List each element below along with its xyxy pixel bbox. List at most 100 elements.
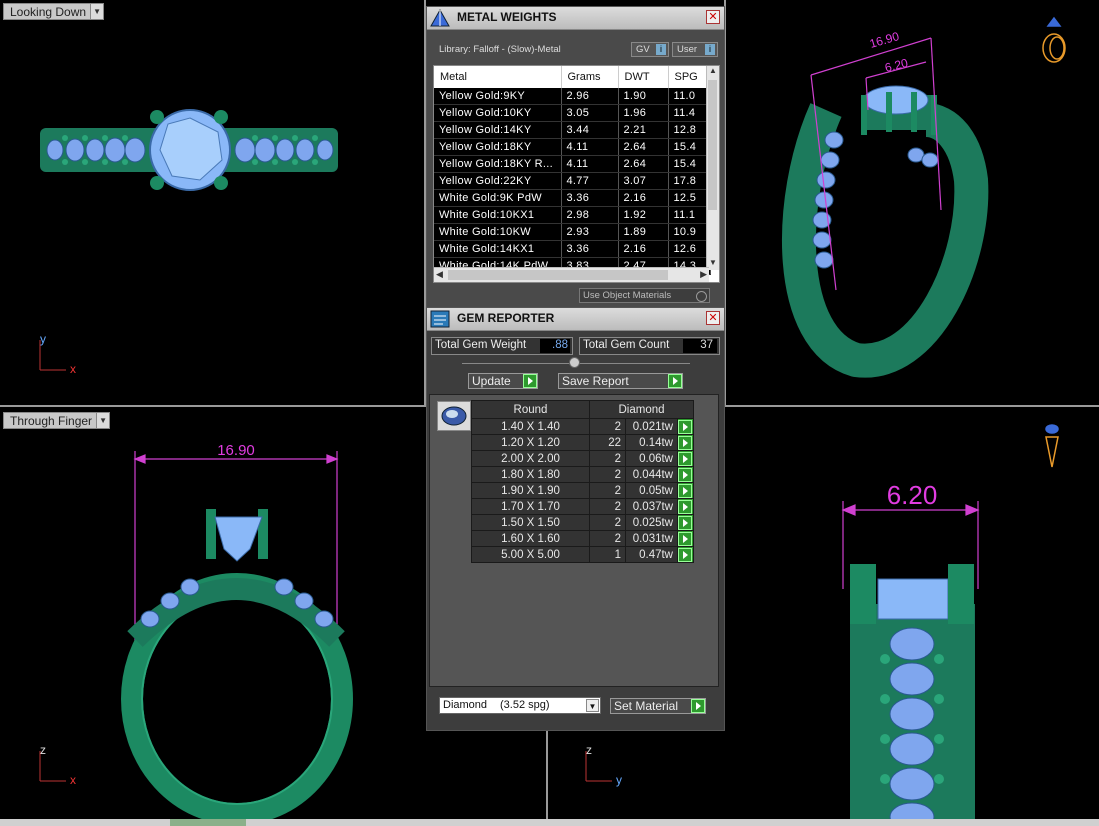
scroll-thumb[interactable]	[708, 80, 717, 210]
metal-cell: 3.07	[618, 172, 669, 190]
chevron-down-icon[interactable]: ▼	[586, 699, 599, 712]
gem-report-icon	[430, 310, 450, 328]
gem-row: 1.70 X 1.70 2 0.037tw	[471, 498, 694, 515]
gem-row-action[interactable]	[677, 498, 694, 515]
metal-cell: 12.6	[668, 240, 711, 258]
gem-size-cell: 1.70 X 1.70	[471, 498, 590, 515]
scroll-up-icon[interactable]: ▲	[707, 66, 719, 78]
scroll-left-icon[interactable]: ◀	[436, 269, 443, 280]
metal-cell: White Gold:10KX1	[434, 206, 562, 224]
round-gem-icon[interactable]	[437, 401, 471, 431]
metal-weights-titlebar[interactable]: METAL WEIGHTS ✕	[427, 7, 724, 30]
vertical-scrollbar[interactable]: ▲ ▼	[706, 66, 719, 270]
gem-row-action[interactable]	[677, 482, 694, 499]
gem-row-action[interactable]	[677, 418, 694, 435]
ring-perspective-view: 16.90 6.20	[782, 16, 1066, 378]
update-button[interactable]: Update	[468, 373, 538, 389]
gem-reporter-panel: GEM REPORTER ✕ Total Gem Weight .88 Tota…	[426, 307, 725, 731]
metal-cell: Yellow Gold:22KY	[434, 172, 562, 190]
scroll-thumb-h[interactable]	[448, 270, 668, 280]
user-toggle[interactable]: User i	[672, 42, 718, 57]
gem-row-action[interactable]	[677, 466, 694, 483]
play-icon	[678, 451, 692, 466]
dim-inner-label: 6.20	[883, 56, 909, 75]
gem-row-action[interactable]	[677, 530, 694, 547]
status-tab[interactable]	[170, 819, 246, 826]
metal-cell: 4.77	[561, 172, 619, 190]
axis-indicator: z y	[582, 743, 626, 787]
gem-row-action[interactable]	[677, 514, 694, 531]
play-icon	[678, 467, 692, 482]
gem-size-cell: 1.60 X 1.60	[471, 530, 590, 547]
gem-list-area: Round Diamond 1.40 X 1.40 2 0.021tw 1.20 X …	[429, 394, 719, 687]
metal-cell: White Gold:10KW	[434, 223, 562, 241]
horizontal-scrollbar[interactable]: ◀ ▶	[434, 267, 709, 282]
metal-row[interactable]: White Gold:14KX1 3.36 2.16 12.6	[434, 240, 711, 258]
gem-row-action[interactable]	[677, 450, 694, 467]
metal-row[interactable]: White Gold:10KW 2.93 1.89 10.9	[434, 223, 711, 241]
play-icon	[678, 531, 692, 546]
total-count-value: 37	[683, 339, 717, 353]
metal-cell: 12.5	[668, 189, 711, 207]
gem-row: 1.60 X 1.60 2 0.031tw	[471, 530, 694, 547]
axis-x-label: x	[70, 773, 76, 787]
set-material-button[interactable]: Set Material	[610, 698, 706, 714]
metal-cell: Yellow Gold:18KY	[434, 138, 562, 156]
total-count-label: Total Gem Count	[583, 339, 670, 351]
col-header[interactable]: Metal	[434, 66, 562, 88]
gem-size-cell: 1.40 X 1.40	[471, 418, 590, 435]
metal-row[interactable]: Yellow Gold:18KY R... 4.11 2.64 15.4	[434, 155, 711, 173]
gem-size-cell: 5.00 X 5.00	[471, 546, 590, 563]
gem-row-action[interactable]	[677, 546, 694, 563]
close-button[interactable]: ✕	[706, 311, 720, 325]
axis-indicator: y x	[36, 332, 80, 376]
splitter-knob-icon[interactable]	[569, 357, 580, 368]
metal-row[interactable]: White Gold:10KX1 2.98 1.92 11.1	[434, 206, 711, 224]
metal-row[interactable]: Yellow Gold:9KY 2.96 1.90 11.0	[434, 88, 711, 105]
gem-row: 1.20 X 1.20 22 0.14tw	[471, 434, 694, 451]
viewport-looking-down[interactable]: Looking Down ▼ y x	[0, 0, 426, 407]
gem-row: 5.00 X 5.00 1 0.47tw	[471, 546, 694, 563]
metal-cell: Yellow Gold:18KY R...	[434, 155, 562, 173]
gem-weight-cell: 0.14tw	[625, 434, 678, 451]
save-report-button[interactable]: Save Report	[558, 373, 683, 389]
metal-cell: White Gold:14KX1	[434, 240, 562, 258]
metal-row[interactable]: Yellow Gold:22KY 4.77 3.07 17.8	[434, 172, 711, 190]
gem-count-cell: 2	[589, 466, 626, 483]
metal-row[interactable]: Yellow Gold:14KY 3.44 2.21 12.8	[434, 121, 711, 139]
metal-row[interactable]: White Gold:9K PdW 3.36 2.16 12.5	[434, 189, 711, 207]
gem-count-cell: 2	[589, 482, 626, 499]
col-header[interactable]: SPG	[668, 66, 711, 88]
metal-cell: 17.8	[668, 172, 711, 190]
metal-row[interactable]: Yellow Gold:10KY 3.05 1.96 11.4	[434, 104, 711, 122]
gem-row-action[interactable]	[677, 434, 694, 451]
play-icon	[678, 419, 692, 434]
play-icon	[678, 515, 692, 530]
metal-table-wrap: Metal Grams DWT SPG Yellow Gold:9KY 2.96 1…	[433, 65, 720, 283]
metal-cell: 2.16	[618, 240, 669, 258]
total-count-field: Total Gem Count 37	[579, 337, 720, 355]
dim-width-label: 6.20	[887, 480, 938, 510]
axis-y-label: y	[616, 773, 622, 787]
gem-reporter-titlebar[interactable]: GEM REPORTER ✕	[427, 308, 724, 331]
material-header: Diamond	[589, 400, 694, 419]
metal-cell: 2.93	[561, 223, 619, 241]
col-header[interactable]: Grams	[561, 66, 619, 88]
info-icon: i	[656, 44, 666, 55]
metal-row[interactable]: Yellow Gold:18KY 4.11 2.64 15.4	[434, 138, 711, 156]
viewport-perspective[interactable]: 16.90 6.20	[724, 0, 1099, 407]
gv-toggle[interactable]: GV i	[631, 42, 669, 57]
gem-size-cell: 2.00 X 2.00	[471, 450, 590, 467]
close-button[interactable]: ✕	[706, 10, 720, 24]
col-header[interactable]: DWT	[618, 66, 669, 88]
gem-size-cell: 1.90 X 1.90	[471, 482, 590, 499]
material-select[interactable]: Diamond (3.52 spg) ▼	[439, 697, 601, 714]
gem-weight-cell: 0.05tw	[625, 482, 678, 499]
scroll-right-icon[interactable]: ▶	[700, 269, 707, 280]
metal-cell: 11.0	[668, 88, 711, 105]
gem-weight-cell: 0.037tw	[625, 498, 678, 515]
metal-cell: Yellow Gold:10KY	[434, 104, 562, 122]
use-object-materials-toggle[interactable]: Use Object Materials	[579, 288, 710, 303]
gem-count-cell: 1	[589, 546, 626, 563]
metal-cell: 1.90	[618, 88, 669, 105]
